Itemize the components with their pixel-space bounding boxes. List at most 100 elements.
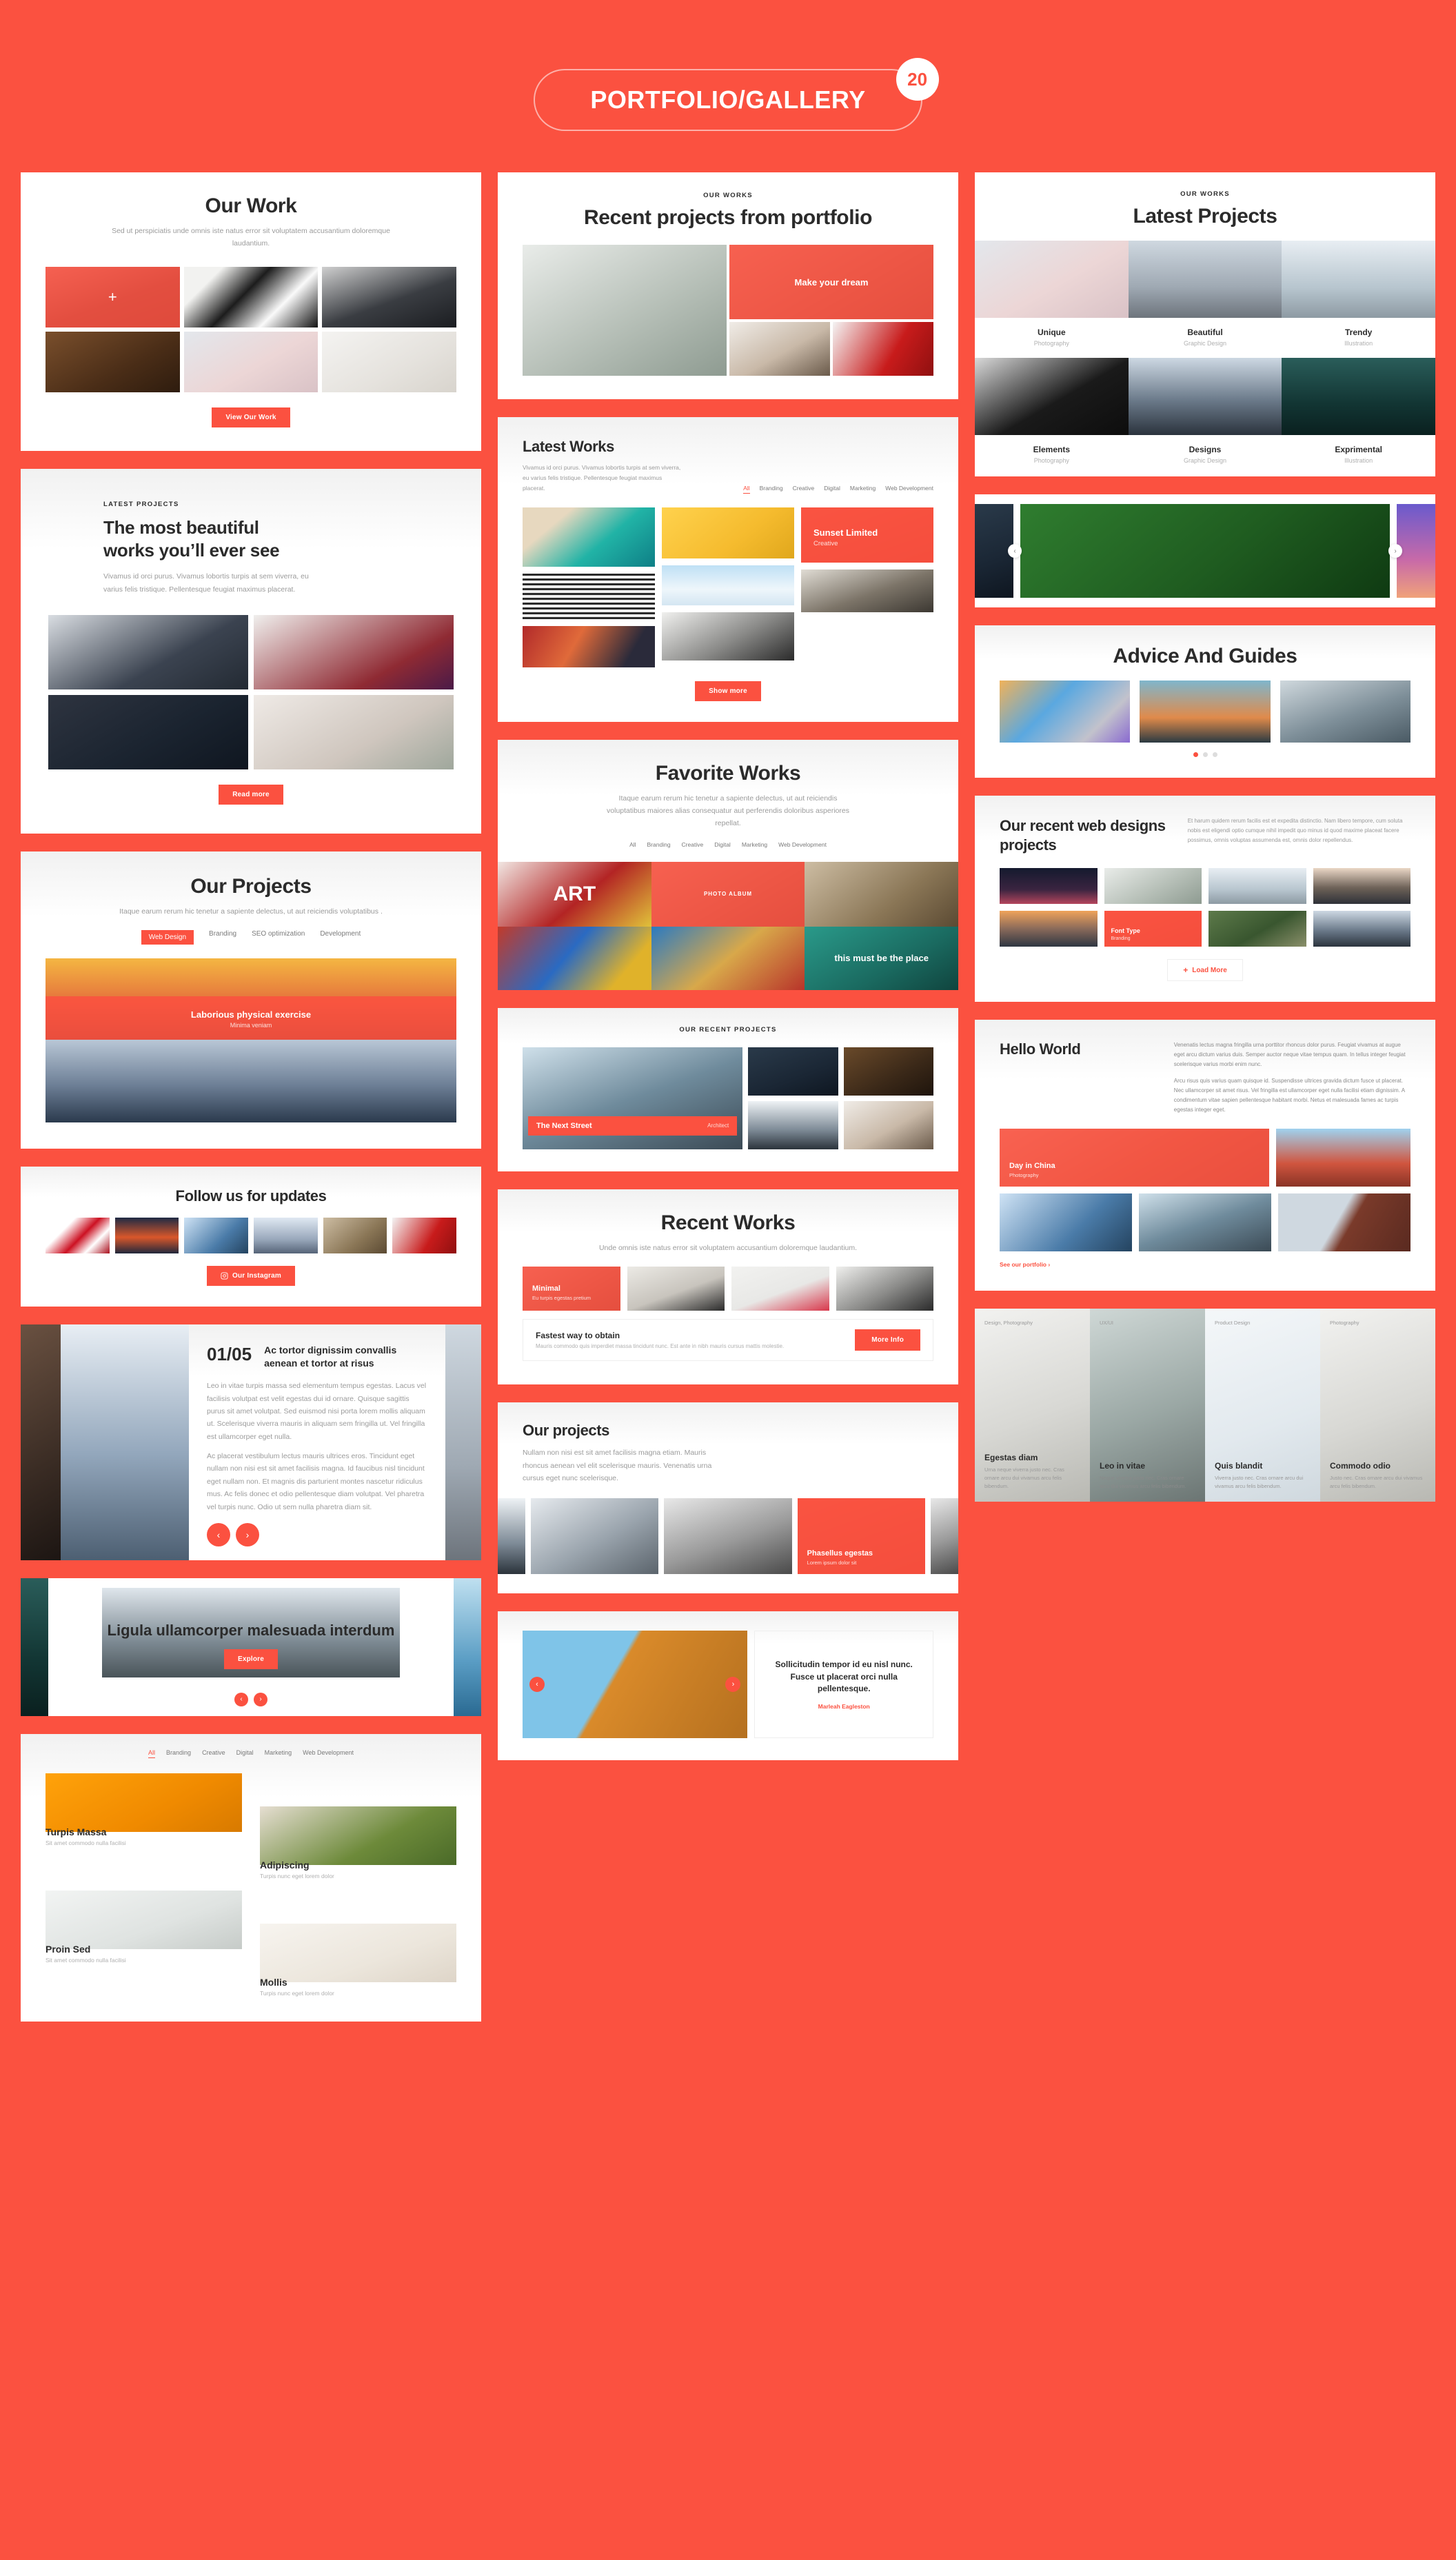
filter-seo[interactable]: SEO optimization [252,930,305,945]
latest-project-tile[interactable] [1282,358,1435,435]
filter-web-development[interactable]: Web Development [885,485,933,494]
filter-marketing[interactable]: Marketing [265,1749,292,1758]
portfolio-tile[interactable] [833,322,933,376]
latest-project-tile[interactable] [1128,241,1282,318]
slider-thumb-next[interactable] [445,1324,481,1560]
latest-work-tile[interactable] [662,612,794,661]
web-design-tile[interactable] [1313,911,1410,947]
carousel-tile[interactable] [664,1498,792,1575]
category-panel[interactable]: UX/UI Leo in vitae Neque viverra justo n… [1090,1309,1205,1502]
filter-branding[interactable]: Branding [209,930,236,945]
work-tile[interactable] [183,331,318,392]
filter-branding[interactable]: Branding [760,485,783,494]
instagram-thumb[interactable] [392,1218,456,1254]
filter-branding[interactable]: Branding [166,1749,191,1758]
testimonial-next-button[interactable]: › [725,1677,741,1693]
work-tile[interactable] [183,266,318,327]
hello-world-tile[interactable] [1278,1193,1410,1251]
ligula-next-button[interactable]: › [254,1692,267,1706]
hello-world-tile[interactable] [1000,1193,1132,1251]
web-design-tile[interactable] [1000,868,1098,904]
latest-work-tile[interactable] [801,569,933,612]
favorite-tile[interactable]: ART [498,861,651,927]
category-panel[interactable]: Photography Commodo odio Justo nec. Cras… [1320,1309,1435,1502]
latest-project-tile[interactable] [1128,358,1282,435]
beautiful-tile[interactable] [254,615,454,690]
latest-work-tile[interactable] [523,625,655,667]
hello-world-tile[interactable] [1275,1129,1410,1187]
masonry-item[interactable]: Mollis Turpis nunc eget lorem dolor [260,1923,456,1997]
explore-button[interactable]: Explore [223,1649,279,1670]
beautiful-tile[interactable] [48,695,248,770]
add-icon[interactable]: + [46,267,180,327]
beautiful-tile[interactable] [254,695,454,770]
project-tile[interactable] [46,1040,456,1123]
category-panel[interactable]: Design, Photography Egestas diam Urna ne… [975,1309,1090,1502]
favorite-tile[interactable]: this must be the place [805,926,958,990]
view-our-work-button[interactable]: View Our Work [212,407,290,427]
testimonial-prev-button[interactable]: ‹ [529,1677,545,1693]
latest-project-tile[interactable] [1282,241,1435,318]
carousel-tile[interactable] [531,1498,659,1575]
filter-creative[interactable]: Creative [682,841,704,848]
filter-web-development[interactable]: Web Development [303,1749,354,1758]
web-design-tile[interactable] [1209,868,1306,904]
web-design-tile[interactable] [1000,911,1098,947]
masonry-item[interactable]: Adipiscing Turpis nunc eget lorem dolor [260,1806,456,1879]
instagram-thumb[interactable] [114,1218,179,1254]
web-design-tile[interactable] [1313,868,1410,904]
ligula-thumb-prev[interactable] [21,1578,48,1716]
recent-project-tile[interactable] [748,1047,838,1096]
carousel-dot[interactable] [1212,752,1217,757]
recent-project-tile[interactable] [843,1100,933,1149]
portfolio-tile-overlay[interactable]: Make your dream [729,245,933,319]
beautiful-tile[interactable] [48,615,248,690]
carousel-tile-edge[interactable] [498,1498,525,1575]
category-panel[interactable]: Product Design Quis blandit Viverra just… [1205,1309,1320,1502]
masonry-item[interactable]: Turpis Massa Sit amet commodo nulla faci… [46,1773,242,1879]
portfolio-tile-large[interactable] [523,245,727,376]
work-tile[interactable] [322,266,456,327]
more-info-button[interactable]: More Info [855,1329,920,1351]
filter-all[interactable]: All [148,1749,156,1758]
filter-digital[interactable]: Digital [236,1749,254,1758]
fern-thumb-next[interactable] [1397,504,1435,598]
slider-image[interactable] [61,1324,189,1560]
latest-works-show-more-button[interactable]: Show more [695,681,761,701]
latest-project-tile[interactable] [975,358,1129,435]
web-design-tile[interactable] [1209,911,1306,947]
advice-tile[interactable] [1000,681,1131,743]
web-design-tile-featured[interactable]: Font Type Branding [1104,911,1202,947]
filter-marketing[interactable]: Marketing [742,841,767,848]
filter-all[interactable]: All [743,485,750,494]
favorite-tile-overlay[interactable]: PHOTO ALBUM [651,861,805,927]
filter-creative[interactable]: Creative [793,485,815,494]
fern-prev-button[interactable]: ‹ [1008,544,1022,558]
hello-world-tile[interactable] [1139,1193,1271,1251]
recent-project-tile[interactable] [843,1047,933,1096]
filter-marketing[interactable]: Marketing [850,485,876,494]
latest-work-tile[interactable] [523,507,655,567]
latest-work-tile[interactable] [523,573,655,619]
instagram-thumb[interactable] [323,1218,387,1254]
fern-next-button[interactable]: › [1388,544,1402,558]
carousel-dot[interactable] [1202,752,1208,757]
slider-prev-button[interactable]: ‹ [207,1522,230,1546]
testimonial-image[interactable]: ‹ › [523,1631,748,1739]
recent-work-tile[interactable] [731,1267,829,1311]
filter-all[interactable]: All [629,841,636,848]
ligula-prev-button[interactable]: ‹ [234,1692,248,1706]
recent-work-tile-featured[interactable]: Minimal Eu turpis egestas pretium [523,1267,620,1311]
recent-project-tile[interactable] [748,1100,838,1149]
carousel-tile-featured[interactable]: Phasellus egestas Lorem ipsum dolor sit [797,1498,925,1575]
filter-development[interactable]: Development [320,930,361,945]
carousel-tile-edge[interactable] [930,1498,958,1575]
slider-next-button[interactable]: › [236,1522,259,1546]
favorite-tile[interactable] [498,926,651,990]
instagram-thumb[interactable] [46,1218,110,1254]
our-instagram-button[interactable]: Our Instagram [207,1266,295,1287]
work-tile-featured[interactable]: + [46,266,180,327]
work-tile[interactable] [46,331,180,392]
filter-web-design[interactable]: Web Design [141,930,194,945]
project-tile-hero[interactable]: Laborious physical exercise Minima venia… [46,958,456,1040]
